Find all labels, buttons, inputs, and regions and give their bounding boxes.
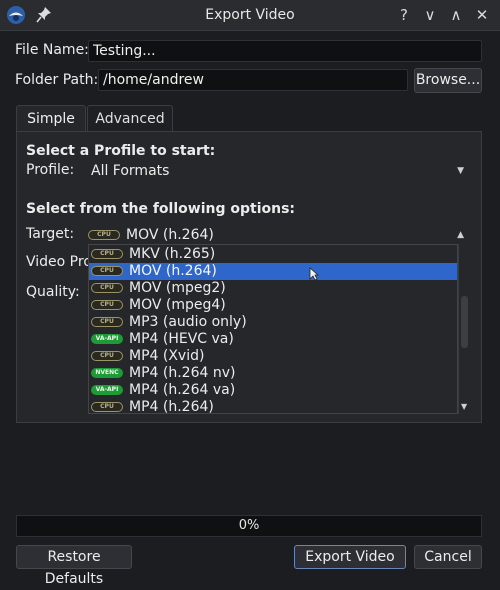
profile-select[interactable]: All Formats ▼ — [88, 160, 472, 182]
dropdown-option-selected[interactable]: CPU MOV (h.264) — [89, 263, 457, 280]
cpu-badge: CPU — [91, 351, 123, 361]
option-label: MOV (mpeg2) — [129, 280, 226, 296]
option-label: MP3 (audio only) — [129, 314, 247, 330]
scrollbar-thumb[interactable] — [461, 296, 468, 348]
dropdown-option[interactable]: CPU MOV (mpeg4) — [89, 297, 457, 314]
va-api-badge: VA-API — [91, 385, 123, 395]
dropdown-scrollbar[interactable]: ▼ — [458, 244, 470, 414]
cpu-badge: CPU — [88, 230, 120, 240]
quality-label: Quality: — [26, 284, 80, 300]
dropdown-option[interactable]: CPU MKV (h.265) — [89, 246, 457, 263]
help-button[interactable]: ? — [394, 5, 414, 25]
option-label: MP4 (h.264) — [129, 399, 214, 414]
export-progress-bar: 0% — [16, 515, 482, 537]
chevron-down-icon: ▼ — [457, 166, 464, 176]
nvenc-badge: NVENC — [91, 368, 123, 378]
option-label: MOV (h.264) — [129, 263, 217, 279]
option-label: MP4 (h.264 va) — [129, 382, 236, 398]
video-profile-label: Video Pro — [26, 254, 92, 270]
dropdown-option[interactable]: VA-API MP4 (h.264 va) — [89, 382, 457, 399]
profile-value: All Formats — [91, 163, 170, 179]
option-label: MP4 (HEVC va) — [129, 331, 234, 347]
option-label: MP4 (h.264 nv) — [129, 365, 236, 381]
profile-heading: Select a Profile to start: — [26, 143, 216, 159]
option-label: MKV (h.265) — [129, 246, 216, 262]
browse-button[interactable]: Browse... — [414, 68, 482, 93]
dropdown-option[interactable]: CPU MOV (mpeg2) — [89, 280, 457, 297]
target-select[interactable]: CPU MOV (h.264) ▲ — [88, 224, 472, 246]
dropdown-option[interactable]: CPU MP4 (Xvid) — [89, 348, 457, 365]
progress-label: 0% — [238, 518, 260, 533]
cpu-badge: CPU — [91, 266, 123, 276]
dropdown-option[interactable]: VA-API MP4 (HEVC va) — [89, 331, 457, 348]
maximize-button[interactable]: ∧ — [446, 5, 466, 25]
target-dropdown-list[interactable]: CPU MKV (h.265) CPU MOV (h.264) CPU MOV (mp… — [88, 244, 458, 414]
mouse-cursor-icon — [309, 267, 319, 281]
dropdown-option[interactable]: CPU MP3 (audio only) — [89, 314, 457, 331]
target-value: MOV (h.264) — [126, 227, 214, 243]
target-label: Target: — [26, 226, 75, 242]
minimize-button[interactable]: ∨ — [420, 5, 440, 25]
dropdown-option[interactable]: NVENC MP4 (h.264 nv) — [89, 365, 457, 382]
profile-label: Profile: — [26, 162, 75, 178]
folder-path-input[interactable]: /home/andrew — [98, 69, 408, 91]
restore-defaults-button[interactable]: Restore Defaults — [16, 545, 132, 587]
dropdown-option[interactable]: CPU MP4 (h.264) — [89, 399, 457, 414]
title-bar: Export Video ? ∨ ∧ ✕ — [0, 0, 500, 31]
folder-path-label: Folder Path: — [15, 72, 99, 88]
close-button[interactable]: ✕ — [472, 5, 492, 25]
file-name-label: File Name: — [15, 42, 89, 58]
cancel-button[interactable]: Cancel — [414, 545, 482, 569]
cpu-badge: CPU — [91, 317, 123, 327]
scroll-down-icon[interactable]: ▼ — [461, 402, 467, 411]
cpu-badge: CPU — [91, 402, 123, 412]
tab-advanced[interactable]: Advanced — [87, 105, 173, 132]
file-name-input[interactable]: Testing... — [88, 40, 482, 62]
cpu-badge: CPU — [91, 249, 123, 259]
option-label: MOV (mpeg4) — [129, 297, 226, 313]
chevron-down-icon: ▲ — [457, 230, 464, 240]
options-heading: Select from the following options: — [26, 201, 296, 217]
cpu-badge: CPU — [91, 283, 123, 293]
option-label: MP4 (Xvid) — [129, 348, 205, 364]
va-api-badge: VA-API — [91, 334, 123, 344]
tab-simple[interactable]: Simple — [16, 105, 86, 132]
export-video-button[interactable]: Export Video — [294, 545, 406, 569]
cpu-badge: CPU — [91, 300, 123, 310]
